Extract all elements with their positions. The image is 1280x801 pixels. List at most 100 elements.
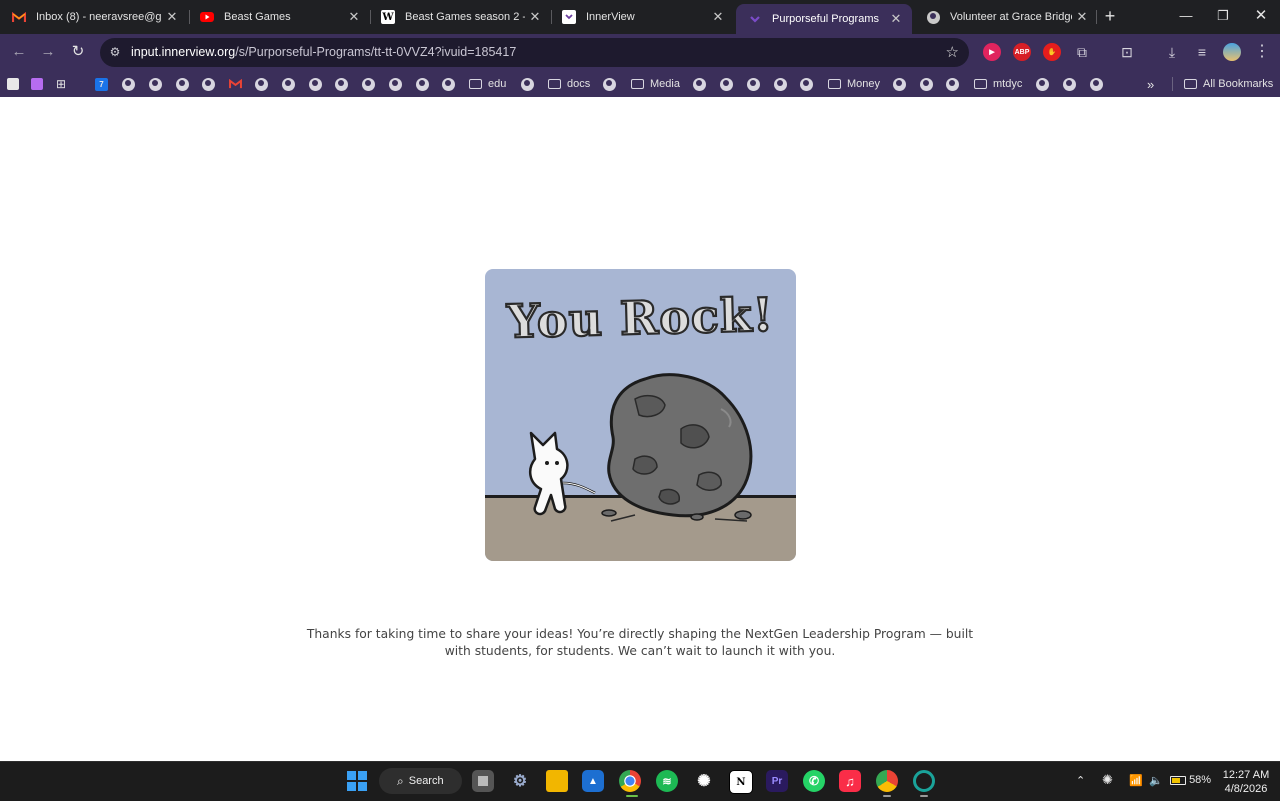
tab-beast-games[interactable]: Beast Games ✕ [188,4,370,30]
bookmark-purple-icon[interactable] [31,76,43,92]
tab-gmail[interactable]: Inbox (8) - neeravsree@gm ✕ [0,4,188,30]
chatgpt-icon[interactable]: ✺ [693,770,715,792]
tab-close-icon[interactable]: ✕ [708,9,728,25]
tab-close-icon[interactable]: ✕ [525,9,545,25]
bookmark-globe-icon[interactable] [255,76,268,92]
tab-grace-bridge[interactable]: Volunteer at Grace Bridge ✕ [914,4,1098,30]
calendar-icon[interactable]: 7 [95,76,108,92]
bookmark-globe-icon[interactable] [800,76,813,92]
bookmark-folder-mtdyc[interactable]: mtdyc [974,76,1022,92]
tab-innerview[interactable]: InnerView ✕ [550,4,734,30]
restore-icon[interactable]: ❐ [1208,6,1238,26]
bookmark-globe-icon[interactable] [603,76,616,92]
stop-hand-icon[interactable]: ✋ [1043,43,1061,61]
bookmark-globe-icon[interactable] [335,76,348,92]
spotify-icon[interactable]: ≋ [656,770,678,792]
adblock-plus-icon[interactable]: ABP [1013,43,1031,61]
you-rock-illustration: You Rock! [485,269,796,561]
media-controls-icon[interactable]: ≡ [1193,43,1211,61]
apple-music-icon[interactable]: ♫ [839,770,861,792]
bookmark-globe-icon[interactable] [122,76,135,92]
wifi-icon[interactable]: 📶 [1129,774,1143,787]
close-window-icon[interactable]: ✕ [1246,6,1276,26]
bookmark-globe-icon[interactable] [774,76,787,92]
bookmark-folder-docs[interactable]: docs [548,76,590,92]
whatsapp-icon[interactable]: ✆ [803,770,825,792]
bookmark-globe-icon[interactable] [693,76,706,92]
bookmark-globe-icon[interactable] [442,76,455,92]
bookmark-globe-icon[interactable] [720,76,733,92]
bookmark-globe-icon[interactable] [1090,76,1103,92]
bookmark-globe-icon[interactable] [946,76,959,92]
photos-icon[interactable]: ▲ [582,770,604,792]
tab-search-icon[interactable]: ⊡ [1118,43,1136,61]
gmail-icon [12,10,26,24]
bookmark-globe-icon[interactable] [362,76,375,92]
profile-avatar[interactable] [1223,43,1241,61]
bookmark-globe-icon[interactable] [893,76,906,92]
bookmark-globe-icon[interactable] [747,76,760,92]
file-explorer-icon[interactable] [546,770,568,792]
bookmark-note-icon[interactable] [7,76,19,92]
bookmark-globe-icon[interactable] [149,76,162,92]
premiere-pro-icon[interactable]: Pr [766,770,788,792]
bookmark-globe-icon[interactable] [176,76,189,92]
bookmark-globe-icon[interactable] [920,76,933,92]
tab-close-icon[interactable]: ✕ [1072,9,1092,25]
url-text[interactable]: input.innerview.org/s/Purporseful-Progra… [131,45,516,59]
address-bar[interactable]: ⚙ input.innerview.org/s/Purporseful-Prog… [100,38,969,67]
new-tab-button[interactable]: + [1101,7,1119,25]
battery-indicator[interactable]: 58% [1170,774,1211,786]
more-bookmarks-chevron[interactable]: » [1147,76,1154,92]
tray-app-icon[interactable]: ✺ [1102,772,1113,788]
assistant-app-icon[interactable] [913,770,935,792]
forward-icon[interactable]: → [38,42,58,62]
tab-close-icon[interactable]: ✕ [162,9,182,25]
chrome-icon[interactable] [619,770,641,792]
minimize-icon[interactable]: — [1171,6,1201,26]
notion-icon[interactable]: N [729,770,753,794]
innerview-icon [748,12,762,26]
bookmark-gmail-icon[interactable] [229,76,242,92]
bookmark-folder-money[interactable]: Money [828,76,880,92]
bookmark-globe-icon[interactable] [1063,76,1076,92]
tab-title: Volunteer at Grace Bridge [950,11,1072,23]
task-view-icon[interactable] [472,770,494,792]
url-path: /s/Purporseful-Programs/tt-tt-0VVZ4?ivui… [235,45,517,59]
bookmark-globe-icon[interactable] [416,76,429,92]
volume-icon[interactable]: 🔈 [1149,774,1163,787]
bookmark-globe-icon[interactable] [282,76,295,92]
tab-wikipedia[interactable]: W Beast Games season 2 - Wi ✕ [369,4,551,30]
back-icon[interactable]: ← [9,42,29,62]
globe-icon [926,10,940,24]
innerview-icon [562,10,576,24]
taskbar-search[interactable]: ⌕ Search [379,768,462,794]
bookmark-globe-icon[interactable] [521,76,534,92]
bookmark-globe-icon[interactable] [1036,76,1049,92]
reload-icon[interactable]: ↻ [68,42,88,62]
url-host: input.innerview.org [131,45,236,59]
system-clock[interactable]: 12:27 AM 4/8/2026 [1218,768,1274,796]
bookmark-star-icon[interactable]: ☆ [946,43,959,61]
extensions-puzzle-icon[interactable]: ⧉ [1073,43,1091,61]
all-bookmarks-button[interactable]: All Bookmarks [1184,76,1273,92]
folder-icon [974,79,987,89]
windows-start-icon[interactable] [346,770,368,792]
tray-chevron-icon[interactable]: ⌃ [1076,774,1085,787]
site-settings-icon[interactable]: ⚙ [108,45,122,59]
settings-gear-icon[interactable]: ⚙ [509,770,531,792]
tab-close-icon[interactable]: ✕ [344,9,364,25]
tab-purporseful-programs[interactable]: Purporseful Programs ✕ [736,4,912,34]
bookmark-folder-edu[interactable]: edu [469,76,506,92]
tab-close-icon[interactable]: ✕ [886,11,906,27]
record-extension-icon[interactable]: ▶ [983,43,1001,61]
download-icon[interactable]: ⤓ [1163,43,1181,61]
menu-kebab-icon[interactable]: ⋮ [1253,43,1271,61]
apps-grid-icon[interactable]: ⊞ [56,76,66,92]
bookmark-globe-icon[interactable] [309,76,322,92]
bookmark-globe-icon[interactable] [202,76,215,92]
folder-icon [548,79,561,89]
bookmark-globe-icon[interactable] [389,76,402,92]
chrome-profile-icon[interactable] [876,770,898,792]
bookmark-folder-media[interactable]: Media [631,76,680,92]
